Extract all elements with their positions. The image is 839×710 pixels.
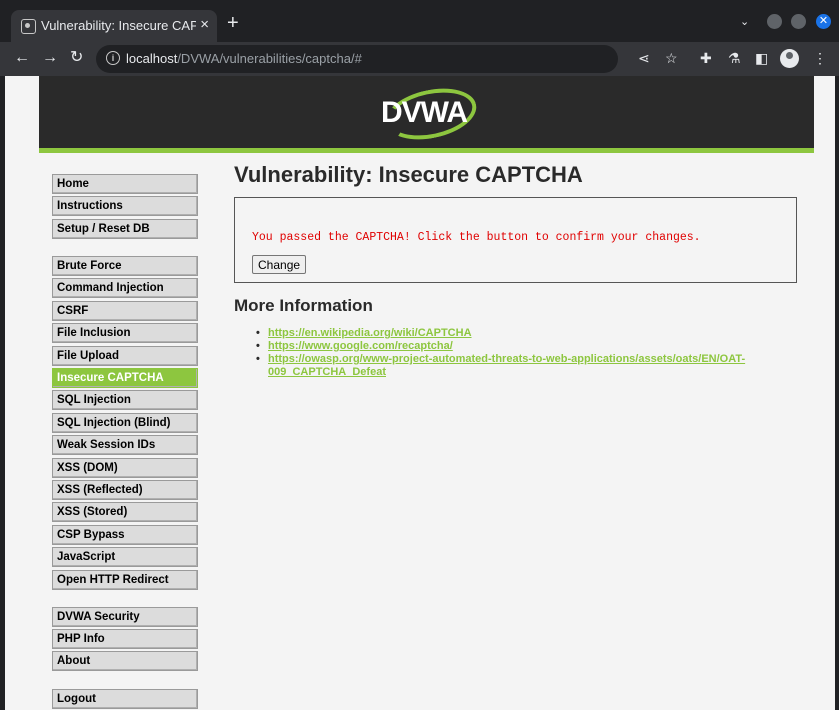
bookmark-star-icon[interactable]: ☆ bbox=[665, 50, 678, 66]
sidebar-item-dvwa-security[interactable]: DVWA Security bbox=[52, 607, 198, 627]
more-info-link[interactable]: https://www.google.com/recaptcha/ bbox=[268, 340, 453, 352]
tab-search-chevron-icon[interactable]: ⌄ bbox=[740, 15, 749, 28]
site-info-icon[interactable]: i bbox=[106, 51, 120, 65]
browser-tab[interactable]: Vulnerability: Insecure CAPTCHA × bbox=[11, 10, 217, 42]
minimize-icon[interactable] bbox=[767, 14, 782, 29]
captcha-form-box: You passed the CAPTCHA! Click the button… bbox=[234, 197, 797, 283]
sidebar-item-csrf[interactable]: CSRF bbox=[52, 301, 198, 321]
more-info-link[interactable]: https://en.wikipedia.org/wiki/CAPTCHA bbox=[268, 327, 472, 339]
change-button[interactable]: Change bbox=[252, 255, 307, 274]
browser-toolbar: ← → ↻ i localhost/DVWA/vulnerabilities/c… bbox=[0, 42, 839, 76]
list-item: https://en.wikipedia.org/wiki/CAPTCHA bbox=[234, 327, 788, 340]
sidebar-item-file-inclusion[interactable]: File Inclusion bbox=[52, 323, 198, 343]
more-information-heading: More Information bbox=[234, 296, 373, 315]
share-icon[interactable]: ⋖ bbox=[638, 50, 650, 66]
forward-arrow-icon[interactable]: → bbox=[42, 49, 58, 67]
page-title: Vulnerability: Insecure CAPTCHA bbox=[234, 162, 583, 187]
sidebar-item-logout[interactable]: Logout bbox=[52, 689, 198, 709]
labs-flask-icon[interactable]: ⚗ bbox=[728, 50, 741, 66]
url-text[interactable]: localhost/DVWA/vulnerabilities/captcha/# bbox=[126, 51, 362, 66]
sidebar-item-weak-session-ids[interactable]: Weak Session IDs bbox=[52, 435, 198, 455]
window-close-icon[interactable]: ✕ bbox=[816, 14, 831, 29]
url-path: /DVWA/vulnerabilities/captcha/# bbox=[177, 51, 362, 66]
dvwa-logo: DVWA bbox=[379, 80, 481, 148]
captcha-success-message: You passed the CAPTCHA! Click the button… bbox=[252, 231, 701, 244]
sidebar-item-command-injection[interactable]: Command Injection bbox=[52, 278, 198, 298]
logo-text: DVWA bbox=[381, 96, 468, 129]
sidebar-item-brute-force[interactable]: Brute Force bbox=[52, 256, 198, 276]
tab-bar: Vulnerability: Insecure CAPTCHA × + ⌄ ✕ bbox=[0, 0, 839, 42]
back-arrow-icon[interactable]: ← bbox=[14, 49, 30, 67]
favicon-icon bbox=[21, 19, 36, 34]
sidebar-item-insecure-captcha[interactable]: Insecure CAPTCHA bbox=[52, 368, 198, 388]
sidebar-item-file-upload[interactable]: File Upload bbox=[52, 346, 198, 366]
list-item: https://owasp.org/www-project-automated-… bbox=[234, 353, 788, 379]
sidebar-item-sql-injection-blind[interactable]: SQL Injection (Blind) bbox=[52, 413, 198, 433]
sidebar-item-instructions[interactable]: Instructions bbox=[52, 196, 198, 216]
sidebar-item-javascript[interactable]: JavaScript bbox=[52, 547, 198, 567]
maximize-icon[interactable] bbox=[791, 14, 806, 29]
more-info-link[interactable]: https://owasp.org/www-project-automated-… bbox=[268, 353, 745, 378]
tab-title: Vulnerability: Insecure CAPTCHA bbox=[41, 18, 196, 33]
dvwa-header: DVWA bbox=[39, 76, 814, 153]
extensions-puzzle-icon[interactable]: ✚ bbox=[700, 50, 712, 66]
sidebar-item-xss-reflected[interactable]: XSS (Reflected) bbox=[52, 480, 198, 500]
reload-icon[interactable]: ↻ bbox=[70, 49, 83, 67]
more-information-links: https://en.wikipedia.org/wiki/CAPTCHAhtt… bbox=[234, 327, 788, 379]
sidebar-item-xss-dom[interactable]: XSS (DOM) bbox=[52, 458, 198, 478]
sidebar-item-csp-bypass[interactable]: CSP Bypass bbox=[52, 525, 198, 545]
new-tab-icon[interactable]: + bbox=[227, 13, 239, 33]
side-panel-icon[interactable]: ◧ bbox=[755, 50, 768, 66]
profile-avatar-icon[interactable] bbox=[780, 49, 799, 68]
tab-close-icon[interactable]: × bbox=[200, 16, 209, 34]
sidebar-item-home[interactable]: Home bbox=[52, 174, 198, 194]
sidebar-item-about[interactable]: About bbox=[52, 651, 198, 671]
address-bar[interactable]: i localhost/DVWA/vulnerabilities/captcha… bbox=[96, 45, 618, 73]
sidebar-item-setup-reset-db[interactable]: Setup / Reset DB bbox=[52, 219, 198, 239]
more-menu-icon[interactable]: ⋮ bbox=[813, 50, 827, 66]
sidebar-item-sql-injection[interactable]: SQL Injection bbox=[52, 390, 198, 410]
page-viewport: DVWA Home Instructions Setup / Reset DB Bru… bbox=[5, 76, 835, 710]
list-item: https://www.google.com/recaptcha/ bbox=[234, 340, 788, 353]
url-host: localhost bbox=[126, 51, 178, 66]
sidebar-item-php-info[interactable]: PHP Info bbox=[52, 629, 198, 649]
sidebar-item-open-http-redirect[interactable]: Open HTTP Redirect bbox=[52, 570, 198, 590]
sidebar-item-xss-stored[interactable]: XSS (Stored) bbox=[52, 502, 198, 522]
